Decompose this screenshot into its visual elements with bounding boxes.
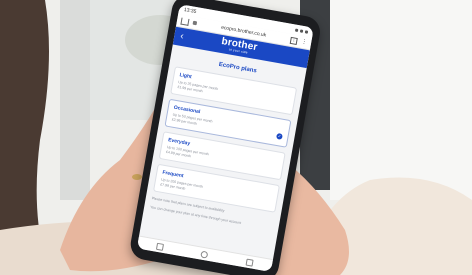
- photo-scene: 13:35 ecopro.brother.co.uk 1 ⋮ ‹ brother…: [0, 0, 472, 275]
- menu-icon[interactable]: ⋮: [301, 39, 308, 46]
- battery-icon: [304, 29, 309, 34]
- home-icon[interactable]: [180, 17, 190, 26]
- home-button-icon[interactable]: [200, 250, 209, 259]
- signal-icon: [294, 28, 299, 32]
- lock-icon: [192, 20, 198, 26]
- back-arrow-icon[interactable]: ‹: [179, 31, 184, 42]
- tabs-icon[interactable]: 1: [289, 36, 298, 45]
- header-spacer: [295, 57, 303, 58]
- status-time: 13:35: [183, 6, 197, 16]
- page-content: EcoPro plans Light Up to 25 pages per mo…: [143, 44, 307, 236]
- status-icons: [294, 28, 309, 34]
- back-nav-icon[interactable]: [245, 258, 254, 267]
- wifi-icon: [299, 28, 304, 33]
- recents-icon[interactable]: [156, 242, 165, 251]
